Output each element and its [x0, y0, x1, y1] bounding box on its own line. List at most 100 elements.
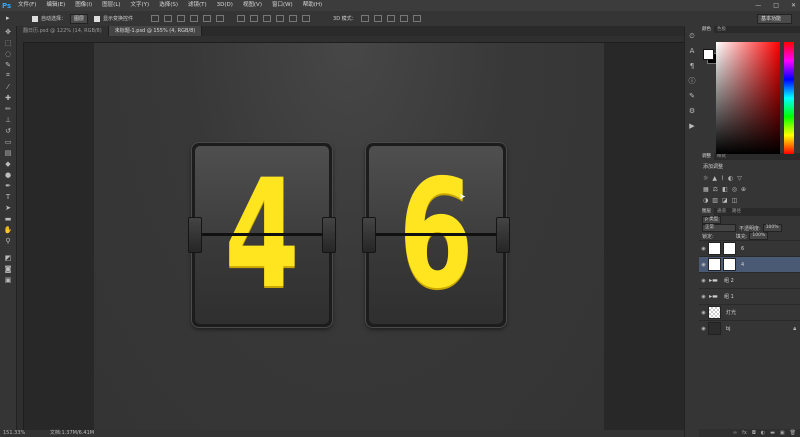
- lasso-tool-icon[interactable]: ◌: [2, 48, 14, 59]
- tab-paths[interactable]: 路径: [729, 208, 744, 216]
- screen-mode-icon[interactable]: ▣: [2, 274, 14, 285]
- document-canvas[interactable]: 4 6 ➤: [94, 43, 604, 430]
- align-right-icon[interactable]: [216, 15, 225, 22]
- visibility-eye-icon[interactable]: ◉: [699, 278, 708, 284]
- close-button[interactable]: ✕: [791, 2, 796, 9]
- menu-filter[interactable]: 滤镜(T): [188, 0, 207, 11]
- foreground-color-swatch[interactable]: [703, 49, 714, 60]
- selective-color-icon[interactable]: ◫: [732, 197, 738, 204]
- layer-row[interactable]: ◉ bj 🔒︎: [699, 320, 800, 336]
- path-select-tool-icon[interactable]: ➤: [2, 202, 14, 213]
- align-left-icon[interactable]: [190, 15, 199, 22]
- 3d-slide-icon[interactable]: [399, 15, 408, 22]
- clone-panel-icon[interactable]: ⚙: [687, 106, 697, 116]
- visibility-eye-icon[interactable]: ◉: [699, 326, 708, 332]
- menu-window[interactable]: 窗口(W): [272, 0, 293, 11]
- color-spectrum-picker[interactable]: [716, 42, 780, 154]
- stamp-tool-icon[interactable]: ⊥: [2, 114, 14, 125]
- 3d-roll-icon[interactable]: [373, 15, 382, 22]
- curves-icon[interactable]: ⌇: [721, 175, 724, 182]
- crop-tool-icon[interactable]: ⌗: [2, 70, 14, 81]
- tab-color[interactable]: 颜色: [699, 26, 714, 33]
- tab-document-2[interactable]: 未标题-1.psd @ 155% (4, RGB/8): [108, 26, 203, 36]
- distribute-hcenter-icon[interactable]: [289, 15, 298, 22]
- shape-tool-icon[interactable]: ▬: [2, 213, 14, 224]
- maximize-button[interactable]: □: [773, 2, 779, 9]
- menu-image[interactable]: 图像(I): [75, 0, 92, 11]
- distribute-top-icon[interactable]: [237, 15, 246, 22]
- posterize-icon[interactable]: ▥: [712, 197, 718, 204]
- brush-tool-icon[interactable]: ✏: [2, 103, 14, 114]
- brightness-icon[interactable]: ☼: [703, 175, 708, 182]
- exposure-icon[interactable]: ◐: [728, 175, 733, 182]
- tab-document-1[interactable]: 翻日历.psd @ 122% (14, RGB/8): [17, 26, 109, 36]
- minimize-button[interactable]: —: [755, 2, 761, 9]
- pen-tool-icon[interactable]: ✒: [2, 180, 14, 191]
- menu-file[interactable]: 文件(F): [18, 0, 36, 11]
- show-transform-checkbox[interactable]: [94, 15, 101, 22]
- history-brush-icon[interactable]: ↺: [2, 125, 14, 136]
- zoom-level[interactable]: 151.33%: [3, 430, 25, 436]
- visibility-eye-icon[interactable]: ◉: [699, 246, 708, 252]
- hue-saturation-icon[interactable]: ▦: [703, 186, 709, 193]
- opacity-input[interactable]: 100%: [762, 224, 782, 232]
- distribute-right-icon[interactable]: [302, 15, 311, 22]
- delete-layer-icon[interactable]: 🗑︎: [790, 429, 796, 437]
- fg-bg-swatches-icon[interactable]: ◩: [2, 252, 14, 263]
- actions-panel-icon[interactable]: ▶: [687, 121, 697, 131]
- hue-slider[interactable]: [784, 42, 794, 154]
- tab-layers[interactable]: 图层: [699, 208, 714, 216]
- dodge-tool-icon[interactable]: ●: [2, 169, 14, 180]
- 3d-pan-icon[interactable]: [386, 15, 395, 22]
- distribute-left-icon[interactable]: [276, 15, 285, 22]
- properties-panel-icon[interactable]: A: [687, 46, 697, 56]
- type-tool-icon[interactable]: T: [2, 191, 14, 202]
- 3d-scale-icon[interactable]: [412, 15, 421, 22]
- zoom-tool-icon[interactable]: ⚲: [2, 235, 14, 246]
- auto-select-checkbox[interactable]: [32, 15, 38, 22]
- layer-row[interactable]: ◉ 6: [699, 240, 800, 256]
- align-top-icon[interactable]: [151, 15, 160, 22]
- layer-group-row[interactable]: ◉ ▸▬ 组 1: [699, 288, 800, 304]
- new-group-icon[interactable]: ▬: [770, 429, 775, 437]
- quick-mask-icon[interactable]: ◙: [2, 263, 14, 274]
- marquee-tool-icon[interactable]: ⬚: [2, 37, 14, 48]
- align-hcenter-icon[interactable]: [203, 15, 212, 22]
- menu-help[interactable]: 帮助(H): [303, 0, 322, 11]
- tool-preset-chevron-icon[interactable]: [19, 15, 27, 22]
- info-panel-icon[interactable]: ⓘ: [687, 76, 697, 86]
- color-balance-icon[interactable]: ⚖: [713, 186, 718, 193]
- layer-row[interactable]: ◉ 灯光: [699, 304, 800, 320]
- new-layer-icon[interactable]: ▣: [780, 429, 785, 437]
- blur-tool-icon[interactable]: ◆: [2, 158, 14, 169]
- add-mask-icon[interactable]: ◘: [752, 429, 756, 437]
- black-white-icon[interactable]: ◧: [722, 186, 728, 193]
- fill-input[interactable]: 100%: [749, 232, 769, 240]
- invert-icon[interactable]: ◑: [703, 197, 708, 204]
- menu-layer[interactable]: 图层(L): [102, 0, 120, 11]
- distribute-vcenter-icon[interactable]: [250, 15, 259, 22]
- auto-select-dropdown[interactable]: 图层: [70, 13, 89, 24]
- layer-group-row[interactable]: ◉ ▸▬ 组 2: [699, 272, 800, 288]
- menu-view[interactable]: 视图(V): [243, 0, 262, 11]
- brush-panel-icon[interactable]: ✎: [687, 91, 697, 101]
- move-tool-icon[interactable]: ▸: [6, 15, 14, 22]
- layer-style-icon[interactable]: fx: [742, 429, 747, 437]
- channel-mixer-icon[interactable]: ⊕: [741, 186, 746, 193]
- history-panel-icon[interactable]: ⏲: [687, 31, 697, 41]
- visibility-eye-icon[interactable]: ◉: [699, 294, 708, 300]
- new-adjustment-icon[interactable]: ◐: [761, 429, 765, 437]
- visibility-eye-icon[interactable]: ◉: [699, 310, 708, 316]
- 3d-rotate-icon[interactable]: [360, 15, 369, 22]
- character-panel-icon[interactable]: ¶: [687, 61, 697, 71]
- levels-icon[interactable]: ▲: [712, 175, 717, 182]
- vibrance-icon[interactable]: ▽: [737, 175, 742, 182]
- hand-tool-icon[interactable]: ✋: [2, 224, 14, 235]
- tab-channels[interactable]: 通道: [714, 208, 729, 216]
- eyedropper-tool-icon[interactable]: ⁄: [2, 81, 14, 92]
- visibility-eye-icon[interactable]: ◉: [699, 262, 708, 268]
- layer-kind-filter[interactable]: ρ 类型: [702, 216, 722, 224]
- align-vcenter-icon[interactable]: [164, 15, 173, 22]
- quick-select-tool-icon[interactable]: ✎: [2, 59, 14, 70]
- eraser-tool-icon[interactable]: ▭: [2, 136, 14, 147]
